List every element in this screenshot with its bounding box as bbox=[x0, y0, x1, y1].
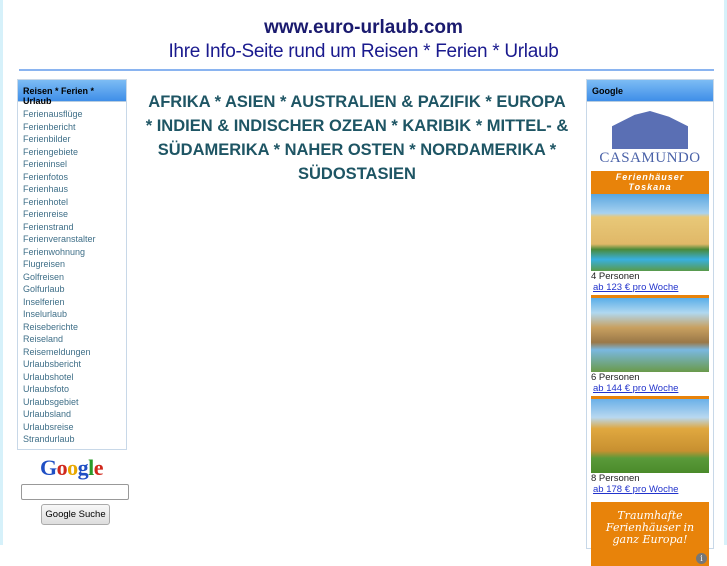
house-photo[interactable] bbox=[591, 396, 709, 473]
nav-link[interactable]: Urlaubsfoto bbox=[23, 383, 126, 396]
offer-persons: 4 Personen bbox=[591, 271, 640, 282]
left-nav-title: Reisen * Ferien * Urlaub bbox=[18, 80, 126, 106]
offer-persons: 6 Personen bbox=[591, 372, 640, 383]
nav-link[interactable]: Inselferien bbox=[23, 296, 126, 309]
nav-link[interactable]: Ferienfotos bbox=[23, 171, 126, 184]
nav-link[interactable]: Golfurlaub bbox=[23, 283, 126, 296]
nav-link[interactable]: Ferienreise bbox=[23, 208, 126, 221]
nav-link[interactable]: Ferienbericht bbox=[23, 121, 126, 134]
nav-link[interactable]: Ferienstrand bbox=[23, 221, 126, 234]
nav-link[interactable]: Flugreisen bbox=[23, 258, 126, 271]
nav-link[interactable]: Reiseberichte bbox=[23, 321, 126, 334]
promo-banner[interactable]: Traumhafte Ferienhäuser in ganz Europa! i bbox=[591, 502, 709, 566]
nav-link[interactable]: Strandurlaub bbox=[23, 433, 126, 446]
google-search-button[interactable]: Google Suche bbox=[41, 504, 110, 525]
nav-link[interactable]: Urlaubsgebiet bbox=[23, 396, 126, 409]
site-title: www.euro-urlaub.com bbox=[264, 17, 463, 38]
site-tagline: Ihre Info-Seite rund um Reisen * Ferien … bbox=[168, 41, 559, 62]
header-divider bbox=[19, 69, 714, 71]
casamundo-ad[interactable]: CASAMUNDO Ferienhäuser Toskana 4 Personen… bbox=[591, 107, 709, 566]
right-box-title: Google bbox=[587, 80, 713, 102]
house-photo[interactable] bbox=[591, 194, 709, 271]
google-logo: Google bbox=[40, 455, 104, 480]
offer-price-link[interactable]: ab 123 € pro Woche bbox=[591, 282, 709, 293]
house-photo[interactable] bbox=[591, 295, 709, 372]
nav-link[interactable]: Inselurlaub bbox=[23, 308, 126, 321]
nav-list: Ferienausflüge Ferienbericht Ferienbilder F… bbox=[18, 102, 126, 446]
google-search-input[interactable] bbox=[21, 484, 129, 500]
nav-link[interactable]: Ferienbilder bbox=[23, 133, 126, 146]
nav-link[interactable]: Ferienwohnung bbox=[23, 246, 126, 259]
nav-link[interactable]: Ferienveranstalter bbox=[23, 233, 126, 246]
nav-link[interactable]: Urlaubshotel bbox=[23, 371, 126, 384]
casamundo-logo[interactable]: CASAMUNDO bbox=[591, 111, 709, 171]
nav-link[interactable]: Golfreisen bbox=[23, 271, 126, 284]
left-nav-box: Reisen * Ferien * Urlaub Ferienausflüge F… bbox=[17, 79, 127, 450]
ad-info-icon[interactable]: i bbox=[696, 553, 707, 564]
offer-price-link[interactable]: ab 144 € pro Woche bbox=[591, 383, 709, 394]
nav-link[interactable]: Reisemeldungen bbox=[23, 346, 126, 359]
right-ad-box: Google CASAMUNDO Ferienhäuser Toskana 4 P… bbox=[586, 79, 714, 566]
house-logo-icon bbox=[612, 111, 688, 149]
nav-link[interactable]: Urlaubsreise bbox=[23, 421, 126, 434]
nav-link[interactable]: Ferienhaus bbox=[23, 183, 126, 196]
offer-persons: 8 Personen bbox=[591, 473, 640, 484]
nav-link[interactable]: Ferienhotel bbox=[23, 196, 126, 209]
nav-link[interactable]: Reiseland bbox=[23, 333, 126, 346]
nav-link[interactable]: Feriengebiete bbox=[23, 146, 126, 159]
regions-text: AFRIKA * ASIEN * AUSTRALIEN & PAZIFIK * … bbox=[145, 93, 569, 183]
ad-banner: Ferienhäuser Toskana bbox=[591, 171, 709, 194]
nav-link[interactable]: Urlaubsland bbox=[23, 408, 126, 421]
nav-link[interactable]: Urlaubsbericht bbox=[23, 358, 126, 371]
nav-link[interactable]: Ferieninsel bbox=[23, 158, 126, 171]
nav-link[interactable]: Ferienausflüge bbox=[23, 108, 126, 121]
offer-price-link[interactable]: ab 178 € pro Woche bbox=[591, 484, 709, 495]
